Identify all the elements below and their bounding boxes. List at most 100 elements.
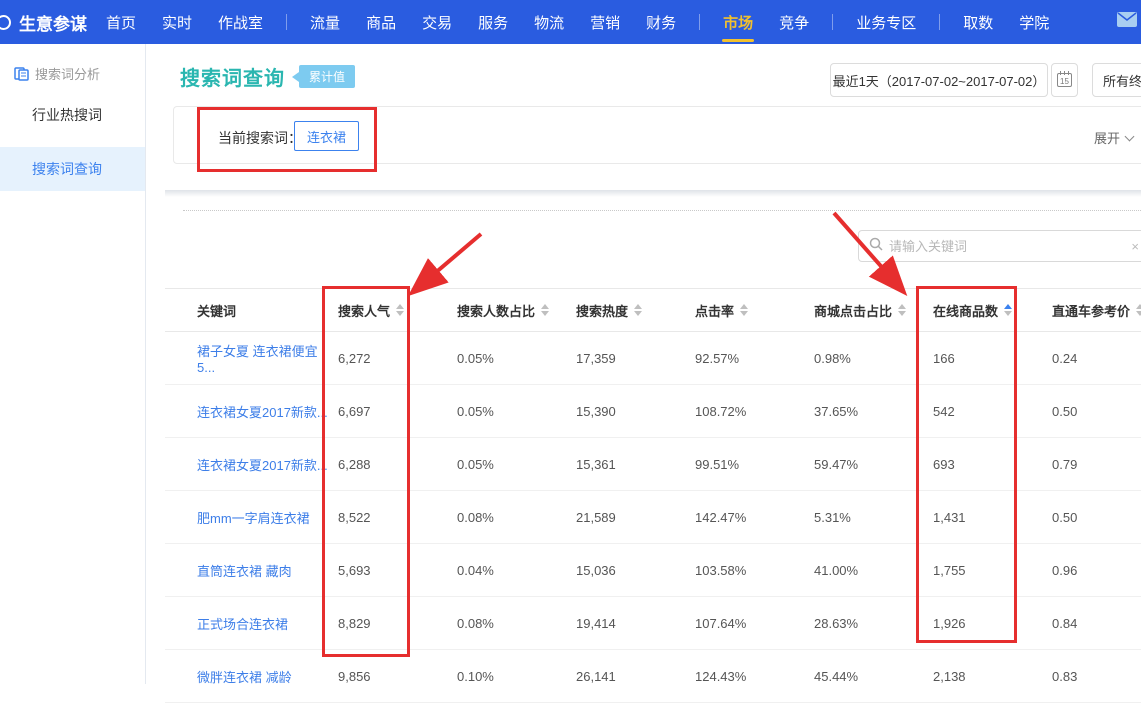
sidebar: 搜索词分析 行业热搜词 搜索词查询 [0, 44, 146, 684]
nav-divider [832, 14, 833, 30]
current-search-panel: 当前搜索词： 连衣裙 展开 [173, 106, 1141, 164]
cell-online-products: 2,138 [925, 669, 1044, 684]
cell-search-heat: 21,589 [568, 510, 687, 525]
cell-online-products: 1,431 [925, 510, 1044, 525]
nav-item-academy[interactable]: 学院 [1006, 0, 1062, 44]
nav-item-trade[interactable]: 交易 [409, 0, 465, 44]
cell-search-popularity: 6,288 [330, 457, 449, 472]
cell-mall-click-ratio: 28.63% [806, 616, 925, 631]
cell-ctr: 92.57% [687, 351, 806, 366]
col-header-search-heat[interactable]: 搜索热度 [568, 301, 687, 320]
keyword-link[interactable]: 肥mm一字肩连衣裙 [197, 511, 310, 526]
col-header-online-products[interactable]: 在线商品数 [925, 301, 1044, 320]
cell-ztc-ref-price: 0.50 [1044, 510, 1141, 525]
cell-mall-click-ratio: 41.00% [806, 563, 925, 578]
app-brand[interactable]: 生意参谋 [8, 10, 87, 35]
nav-item-home[interactable]: 首页 [93, 0, 149, 44]
cell-ztc-ref-price: 0.84 [1044, 616, 1141, 631]
cell-online-products: 693 [925, 457, 1044, 472]
calendar-button[interactable]: 15 [1051, 63, 1078, 97]
cell-mall-click-ratio: 59.47% [806, 457, 925, 472]
cell-search-popularity: 6,272 [330, 351, 449, 366]
nav-item-finance[interactable]: 财务 [633, 0, 689, 44]
cell-search-heat: 15,361 [568, 457, 687, 472]
sidebar-item-search-word-query[interactable]: 搜索词查询 [0, 147, 145, 191]
cell-mall-click-ratio: 5.31% [806, 510, 925, 525]
cell-ztc-ref-price: 0.24 [1044, 351, 1141, 366]
nav-divider [699, 14, 700, 30]
cell-ctr: 108.72% [687, 404, 806, 419]
sort-icon [541, 304, 549, 316]
cell-search-popularity: 6,697 [330, 404, 449, 419]
keyword-search-box: × [858, 230, 1141, 262]
calendar-icon: 15 [1057, 73, 1072, 87]
current-keyword-tag[interactable]: 连衣裙 [294, 121, 359, 151]
keyword-link[interactable]: 裙子女夏 连衣裙便宜5... [197, 344, 318, 375]
cell-search-popularity: 8,522 [330, 510, 449, 525]
table-row: 微胖连衣裙 减龄 9,856 0.10% 26,141 124.43% 45.4… [165, 650, 1141, 703]
nav-divider [286, 14, 287, 30]
date-range-picker[interactable]: 最近1天（2017-07-02~2017-07-02） [830, 63, 1048, 97]
current-search-label: 当前搜索词： [218, 128, 302, 148]
app-logo-icon [0, 15, 11, 30]
nav-item-logistics[interactable]: 物流 [521, 0, 577, 44]
nav-item-marketing[interactable]: 营销 [577, 0, 633, 44]
col-header-searcher-ratio[interactable]: 搜索人数占比 [449, 301, 568, 320]
cell-search-popularity: 5,693 [330, 563, 449, 578]
cell-searcher-ratio: 0.05% [449, 457, 568, 472]
keyword-link[interactable]: 正式场合连衣裙 [197, 617, 288, 632]
cell-search-popularity: 8,829 [330, 616, 449, 631]
cell-searcher-ratio: 0.05% [449, 351, 568, 366]
expand-toggle[interactable]: 展开 [1094, 128, 1133, 147]
keyword-link[interactable]: 直筒连衣裙 藏肉 [197, 564, 292, 579]
col-header-ztc-ref-price[interactable]: 直通车参考价 [1044, 301, 1141, 320]
search-icon [869, 237, 883, 256]
cell-search-heat: 17,359 [568, 351, 687, 366]
nav-item-goods[interactable]: 商品 [353, 0, 409, 44]
clear-icon[interactable]: × [1131, 239, 1139, 254]
cell-ctr: 103.58% [687, 563, 806, 578]
sidebar-item-industry-hot-words[interactable]: 行业热搜词 [0, 93, 145, 137]
cell-search-popularity: 9,856 [330, 669, 449, 684]
mail-icon[interactable] [1117, 12, 1137, 32]
cell-searcher-ratio: 0.05% [449, 404, 568, 419]
nav-item-traffic[interactable]: 流量 [297, 0, 353, 44]
cell-ctr: 99.51% [687, 457, 806, 472]
nav-item-data[interactable]: 取数 [950, 0, 1006, 44]
cell-search-heat: 15,036 [568, 563, 687, 578]
app-brand-text: 生意参谋 [19, 10, 87, 35]
nav-item-warroom[interactable]: 作战室 [205, 0, 276, 44]
keyword-link[interactable]: 微胖连衣裙 减龄 [197, 670, 292, 685]
search-input[interactable] [889, 239, 1131, 254]
cell-ztc-ref-price: 0.79 [1044, 457, 1141, 472]
nav-divider [939, 14, 940, 30]
table-row: 肥mm一字肩连衣裙 8,522 0.08% 21,589 142.47% 5.3… [165, 491, 1141, 544]
col-header-ctr[interactable]: 点击率 [687, 301, 806, 320]
dotted-divider [183, 210, 1141, 211]
table-row: 直筒连衣裙 藏肉 5,693 0.04% 15,036 103.58% 41.0… [165, 544, 1141, 597]
table-row: 正式场合连衣裙 8,829 0.08% 19,414 107.64% 28.63… [165, 597, 1141, 650]
keyword-link[interactable]: 连衣裙女夏2017新款... [197, 458, 328, 473]
sidebar-group-search-analysis: 搜索词分析 [0, 44, 145, 83]
terminal-select[interactable]: 所有终端 [1092, 63, 1141, 97]
cell-ctr: 142.47% [687, 510, 806, 525]
nav-item-bizzone[interactable]: 业务专区 [843, 0, 929, 44]
nav-item-market[interactable]: 市场 [710, 0, 766, 44]
cell-online-products: 166 [925, 351, 1044, 366]
cell-ctr: 107.64% [687, 616, 806, 631]
cell-search-heat: 19,414 [568, 616, 687, 631]
nav-item-compete[interactable]: 竞争 [766, 0, 822, 44]
sort-icon [396, 304, 404, 316]
cell-mall-click-ratio: 45.44% [806, 669, 925, 684]
cell-search-heat: 15,390 [568, 404, 687, 419]
sort-icon-active [1004, 304, 1012, 316]
cell-ctr: 124.43% [687, 669, 806, 684]
nav-item-service[interactable]: 服务 [465, 0, 521, 44]
col-header-mall-click-ratio[interactable]: 商城点击占比 [806, 301, 925, 320]
col-header-search-popularity[interactable]: 搜索人气 [330, 301, 449, 320]
cell-ztc-ref-price: 0.83 [1044, 669, 1141, 684]
nav-item-realtime[interactable]: 实时 [149, 0, 205, 44]
cell-searcher-ratio: 0.04% [449, 563, 568, 578]
cell-ztc-ref-price: 0.96 [1044, 563, 1141, 578]
keyword-link[interactable]: 连衣裙女夏2017新款... [197, 405, 328, 420]
